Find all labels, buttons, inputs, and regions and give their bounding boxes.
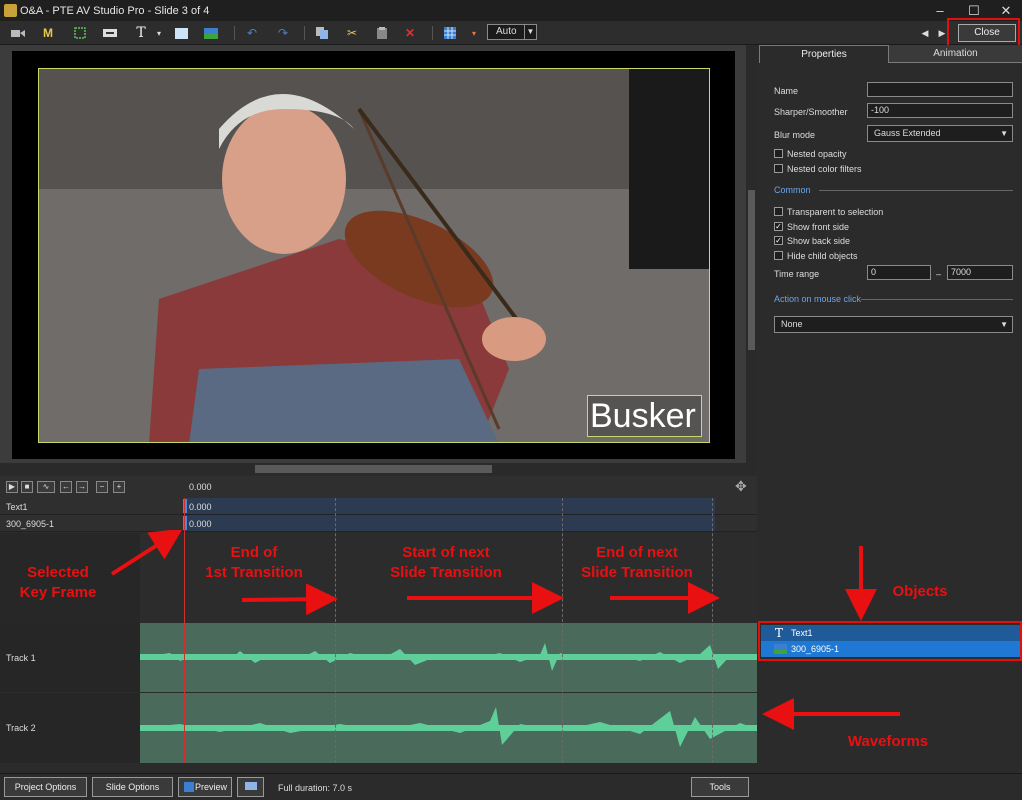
time-range-dash: –: [936, 269, 942, 279]
move-icon[interactable]: ✥: [735, 478, 747, 495]
annotation-waveforms: Waveforms: [847, 733, 929, 750]
app-window: O&A - PTE AV Studio Pro - Slide 3 of 4 –…: [0, 0, 1022, 800]
text-icon[interactable]: T: [133, 25, 149, 41]
time-range-from-input[interactable]: 0: [867, 265, 931, 280]
annotation-objects: Objects: [892, 583, 948, 600]
full-duration-label: Full duration: 7.0 s: [278, 783, 353, 793]
close-button[interactable]: Close: [958, 24, 1016, 42]
show-front-checkbox[interactable]: ✓: [774, 222, 783, 231]
frame-icon[interactable]: [72, 25, 88, 41]
time-range-to-input[interactable]: 7000: [947, 265, 1013, 280]
nested-color-label: Nested color filters: [787, 164, 862, 174]
blur-mode-value: Gauss Extended: [874, 128, 941, 138]
prev-slide-icon[interactable]: ◀: [917, 25, 933, 41]
transparent-checkbox[interactable]: [774, 207, 783, 216]
redo-icon[interactable]: ↷: [275, 25, 291, 41]
mouse-action-section-title: Action on mouse click: [774, 294, 862, 304]
section-divider: [819, 190, 1013, 191]
paste-icon[interactable]: [374, 25, 390, 41]
track-bar[interactable]: [185, 515, 715, 531]
toolbar: M T ▾ ↶ ↷ ✂ ✕ ▾ Auto ▼ ◀ ▶: [0, 21, 1022, 45]
track-time: 0.000: [189, 502, 212, 512]
sharper-smoother-label: Sharper/Smoother: [774, 107, 848, 117]
nested-opacity-checkbox[interactable]: [774, 149, 783, 158]
stop-button[interactable]: ■: [21, 481, 33, 493]
slide-options-button[interactable]: Slide Options: [92, 777, 173, 797]
project-options-button[interactable]: Project Options: [4, 777, 87, 797]
zoom-value: Auto: [496, 26, 517, 37]
common-section-title: Common: [774, 185, 811, 195]
blur-mode-select[interactable]: Gauss Extended ▼: [867, 125, 1013, 142]
annotation-end-first-transition: End of 1st Transition: [205, 544, 303, 581]
add-keyframe-button[interactable]: +: [113, 481, 125, 493]
nested-opacity-label: Nested opacity: [787, 149, 847, 159]
busker-photo[interactable]: Busker: [38, 68, 710, 443]
chevron-down-icon: ▼: [1000, 320, 1008, 329]
image-icon[interactable]: [203, 25, 219, 41]
annotation-end-next-transition: End of next Slide Transition: [581, 544, 693, 581]
chevron-down-icon[interactable]: ▾: [466, 25, 482, 41]
sharper-smoother-input[interactable]: -100: [867, 103, 1013, 118]
mask-icon[interactable]: M: [40, 25, 56, 41]
chevron-down-icon[interactable]: ▾: [151, 25, 167, 41]
copy-icon[interactable]: [314, 25, 330, 41]
track-name: 300_6905-1: [6, 519, 55, 529]
show-back-label: Show back side: [787, 236, 851, 246]
show-front-label: Show front side: [787, 222, 850, 232]
status-bar: Project Options Slide Options Preview Fu…: [0, 773, 1022, 800]
hide-child-checkbox[interactable]: [774, 251, 783, 260]
track-name: Text1: [6, 502, 28, 512]
time-range-label: Time range: [774, 269, 820, 279]
play-button[interactable]: ▶: [6, 481, 18, 493]
toolbar-separator: [234, 26, 235, 40]
waveform-toggle-icon[interactable]: ∿: [37, 481, 55, 493]
preview-label: Preview: [194, 782, 227, 792]
track-bar[interactable]: [185, 498, 715, 514]
mouse-action-value: None: [781, 319, 803, 329]
toolbar-separator: [304, 26, 305, 40]
preview-icon: [184, 782, 194, 792]
tools-button[interactable]: Tools: [691, 777, 749, 797]
track-row-text1[interactable]: Text1 0.000: [0, 498, 757, 515]
rectangle-icon[interactable]: [173, 25, 189, 41]
screen-icon[interactable]: [237, 777, 264, 797]
app-logo-icon: [4, 4, 17, 17]
delete-icon[interactable]: ✕: [402, 25, 418, 41]
transparent-label: Transparent to selection: [787, 207, 884, 217]
annotation-selected-keyframe: Selected Key Frame: [19, 564, 97, 601]
section-divider: [861, 299, 1013, 300]
chevron-down-icon: ▼: [524, 25, 536, 39]
nested-color-checkbox[interactable]: [774, 164, 783, 173]
tab-animation[interactable]: Animation: [889, 45, 1022, 63]
mouse-action-select[interactable]: None ▼: [774, 316, 1013, 333]
hide-child-label: Hide child objects: [787, 251, 858, 261]
timeline-time-label: 0.000: [189, 482, 212, 492]
name-label: Name: [774, 86, 799, 96]
preview-button[interactable]: Preview: [178, 777, 232, 797]
title-bar: O&A - PTE AV Studio Pro - Slide 3 of 4 –…: [0, 0, 1022, 21]
remove-keyframe-button[interactable]: −: [96, 481, 108, 493]
button-object-icon[interactable]: [102, 25, 118, 41]
tab-properties[interactable]: Properties: [759, 45, 889, 63]
grid-icon[interactable]: [442, 25, 458, 41]
chevron-down-icon: ▼: [1000, 129, 1008, 138]
undo-icon[interactable]: ↶: [244, 25, 260, 41]
cut-icon[interactable]: ✂: [344, 25, 360, 41]
camera-icon[interactable]: [10, 25, 26, 41]
annotation-start-next-transition: Start of next Slide Transition: [390, 544, 502, 581]
blur-mode-label: Blur mode: [774, 130, 816, 140]
name-input[interactable]: [867, 82, 1013, 97]
toolbar-separator: [432, 26, 433, 40]
prev-keyframe-button[interactable]: ←: [60, 481, 72, 493]
preview-vertical-scroll-thumb[interactable]: [748, 190, 755, 350]
preview-horizontal-scroll-thumb[interactable]: [255, 465, 492, 473]
caption-text-object[interactable]: Busker: [587, 395, 702, 437]
track-time: 0.000: [189, 519, 212, 529]
show-back-checkbox[interactable]: ✓: [774, 236, 783, 245]
window-title: O&A - PTE AV Studio Pro - Slide 3 of 4: [20, 4, 210, 17]
next-keyframe-button[interactable]: →: [76, 481, 88, 493]
zoom-select[interactable]: Auto ▼: [487, 24, 537, 40]
